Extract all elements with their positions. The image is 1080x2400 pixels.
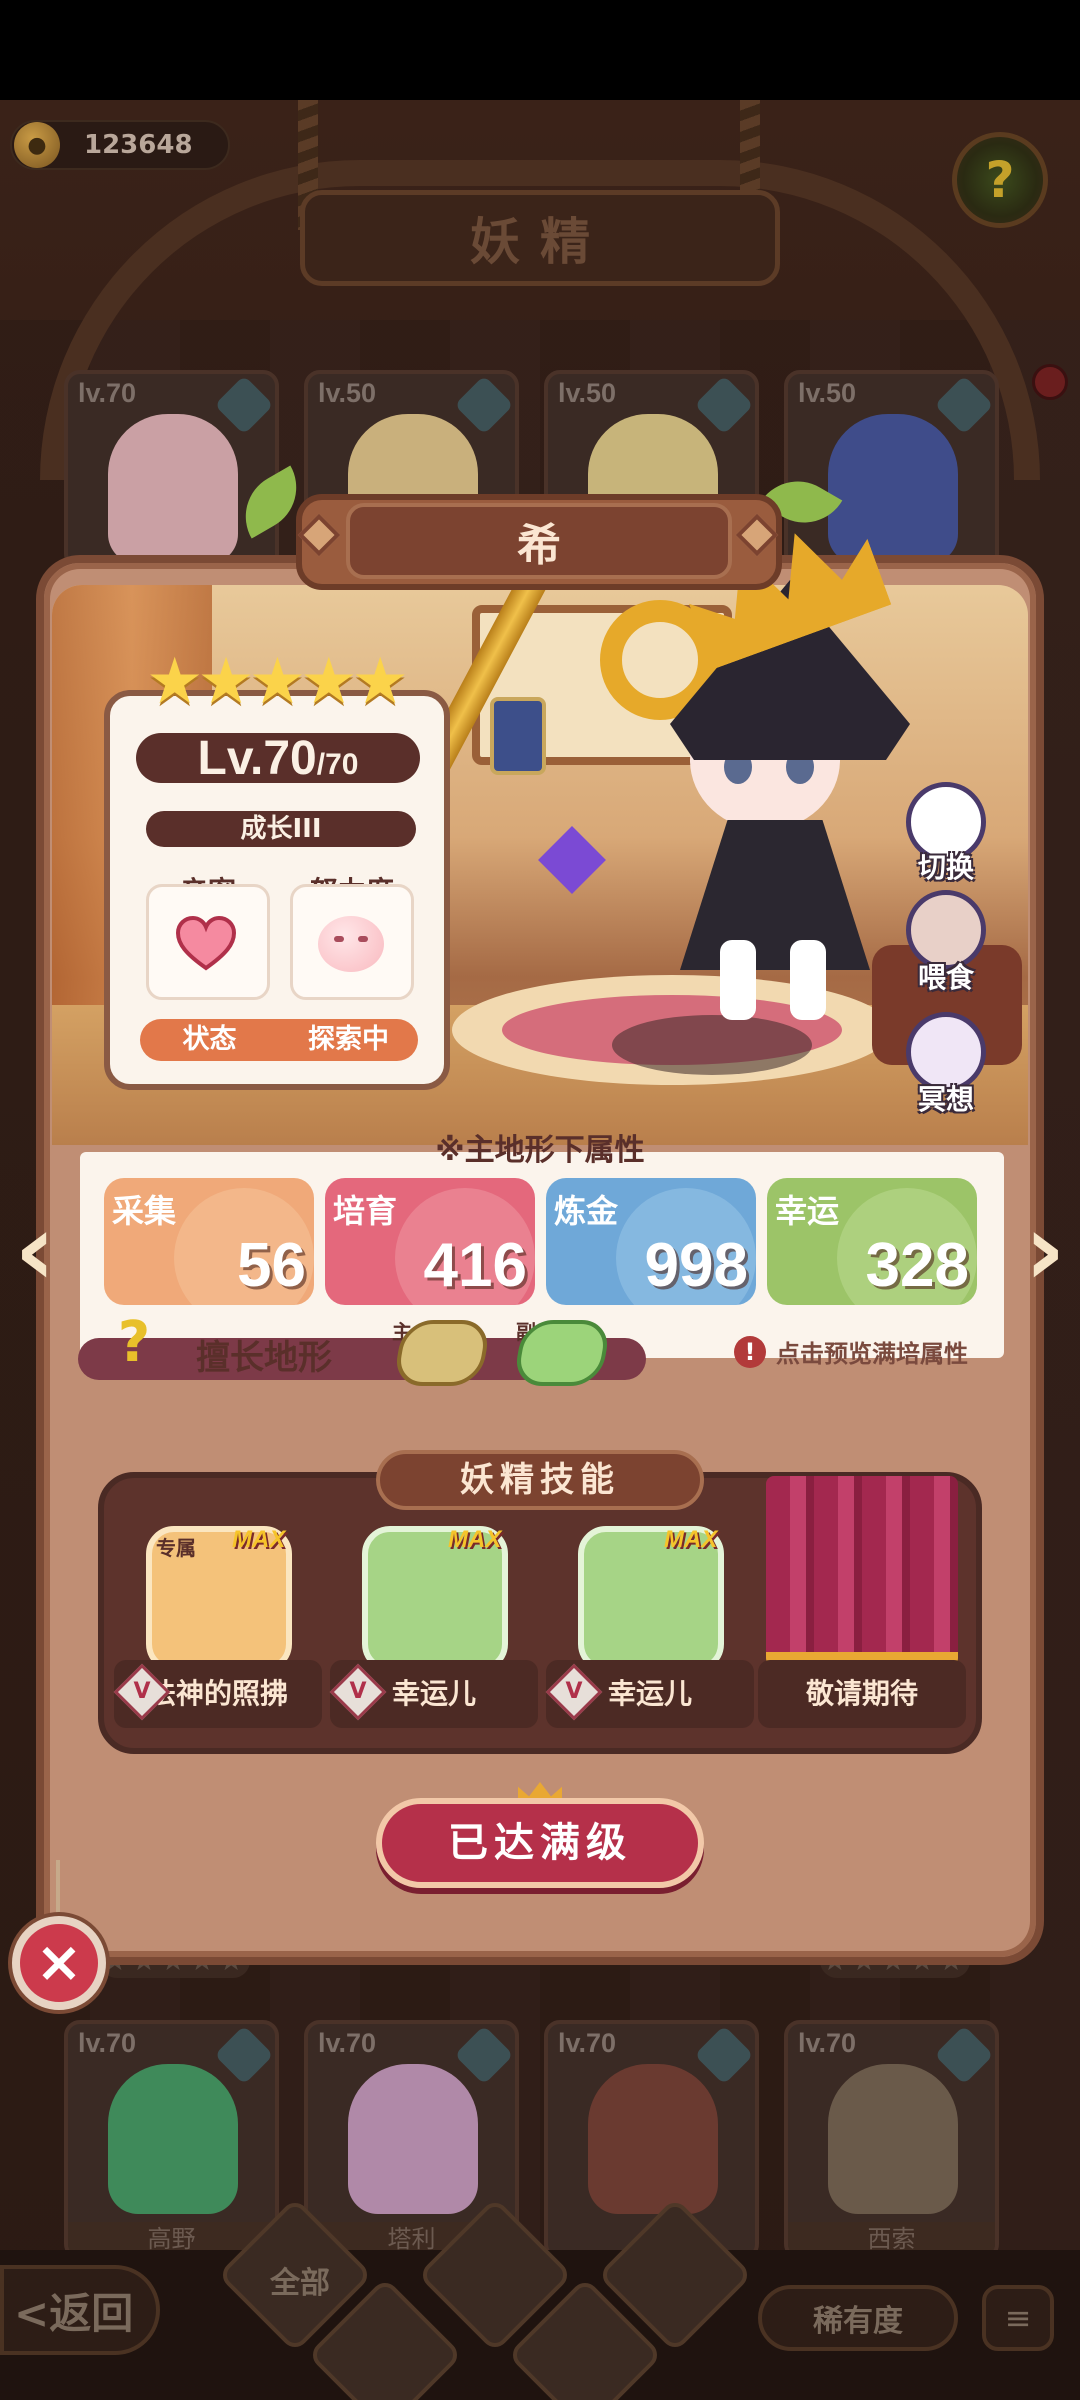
- attribute-breed[interactable]: 培育 416: [325, 1178, 535, 1305]
- card-level: lv.70: [78, 2028, 137, 2058]
- fairy-level-max: /70: [316, 748, 359, 781]
- rarity-sort-button[interactable]: 稀有度: [758, 2285, 958, 2351]
- attribute-alchemy[interactable]: 炼金 998: [546, 1178, 756, 1305]
- state-value: 探索中: [308, 1024, 389, 1055]
- skill-max-tag: MAX: [664, 1526, 718, 1553]
- fairy-portrait: [108, 2064, 238, 2214]
- terrain-help-icon[interactable]: ?: [104, 1310, 164, 1375]
- fairy-name-plate: 希: [346, 503, 732, 579]
- terrain-label: 擅长地形: [196, 1338, 332, 1378]
- card-level: lv.50: [798, 378, 857, 408]
- status-bar-area: [0, 0, 1080, 100]
- switch-button-label[interactable]: 切换: [896, 846, 996, 886]
- coin-counter: ● 123648: [10, 120, 230, 170]
- card-level: lv.70: [318, 2028, 377, 2058]
- card-level: lv.70: [798, 2028, 857, 2058]
- feed-button-label[interactable]: 喂食: [896, 956, 996, 996]
- level-pill: Lv.70 /70: [136, 731, 420, 785]
- card-level: lv.50: [318, 378, 377, 408]
- preview-hint-text: 点击预览满培属性: [776, 1340, 968, 1368]
- screen-title: 妖精: [470, 213, 610, 271]
- card-level: lv.50: [558, 378, 617, 408]
- card-book-icon[interactable]: [490, 697, 546, 775]
- fairy-card[interactable]: lv.70 西索: [784, 2020, 999, 2260]
- fairy-level: Lv.70: [197, 731, 317, 785]
- heart-icon: [176, 916, 236, 971]
- character-shadow: [612, 1015, 812, 1075]
- help-icon[interactable]: ?: [952, 132, 1048, 228]
- close-button[interactable]: ×: [12, 1916, 106, 2010]
- skill-max-tag: MAX: [448, 1526, 502, 1553]
- fairy-card[interactable]: lv.70: [64, 370, 279, 570]
- exclamation-icon: !: [734, 1335, 766, 1368]
- skill-name: 敬请期待: [758, 1660, 966, 1728]
- element-gem-icon: [934, 375, 994, 435]
- locked-skill-curtain: [766, 1476, 958, 1666]
- fairy-portrait: [828, 414, 958, 564]
- notification-badge: [1032, 364, 1068, 400]
- attribute-value: 56: [237, 1231, 306, 1300]
- star-rating: ★★★★★: [146, 645, 409, 719]
- attribute-luck[interactable]: 幸运 328: [767, 1178, 977, 1305]
- element-gem-icon: [454, 375, 514, 435]
- exclusive-tag: 专属: [156, 1536, 196, 1560]
- attribute-label: 炼金: [554, 1192, 619, 1230]
- preview-full-attributes-link[interactable]: ! 点击预览满培属性: [734, 1334, 968, 1369]
- back-button[interactable]: <返回: [0, 2265, 160, 2355]
- attribute-gather[interactable]: 采集 56: [104, 1178, 314, 1305]
- skill-max-tag: MAX: [232, 1526, 286, 1553]
- element-gem-icon: [694, 2025, 754, 2085]
- attribute-label: 采集: [112, 1192, 177, 1230]
- card-level: lv.70: [558, 2028, 617, 2058]
- element-gem-icon: [934, 2025, 994, 2085]
- coin-amount: 123648: [84, 130, 193, 160]
- back-label: <返回: [14, 2288, 134, 2338]
- fairy-name: 希: [517, 520, 561, 571]
- state-bar: 状态 探索中: [140, 1019, 418, 1061]
- screen-title-plate: 妖精: [300, 190, 780, 286]
- attribute-value: 328: [865, 1231, 969, 1300]
- fairy-portrait: [108, 414, 238, 564]
- filter-all-label: 全部: [270, 2266, 330, 2301]
- attribute-title: ※主地形下属性: [435, 1133, 645, 1168]
- growth-stage: 成长III: [146, 811, 416, 847]
- card-level: lv.70: [78, 378, 137, 408]
- meditate-button-label[interactable]: 冥想: [896, 1078, 996, 1118]
- max-level-button[interactable]: 已达满级: [376, 1798, 704, 1888]
- state-label: 状态: [182, 1024, 237, 1055]
- attribute-label: 幸运: [775, 1192, 840, 1230]
- skills-header: 妖精技能: [376, 1450, 704, 1510]
- coin-icon: ●: [14, 122, 60, 168]
- attribute-label: 培育: [333, 1192, 398, 1230]
- fairy-portrait: [348, 2064, 478, 2214]
- fairy-card[interactable]: lv.70 高野: [64, 2020, 279, 2260]
- close-string: [56, 1860, 60, 1920]
- attribute-value: 998: [644, 1231, 748, 1300]
- sort-order-button[interactable]: ≡: [982, 2285, 1054, 2351]
- element-gem-icon: [214, 375, 274, 435]
- next-fairy-arrow[interactable]: ›: [1010, 1190, 1080, 1310]
- prev-fairy-arrow[interactable]: ‹: [0, 1190, 70, 1310]
- element-gem-icon: [214, 2025, 274, 2085]
- fairy-card[interactable]: lv.50: [784, 370, 999, 570]
- fairy-portrait: [828, 2064, 958, 2214]
- element-gem-icon: [454, 2025, 514, 2085]
- element-gem-icon: [694, 375, 754, 435]
- attribute-value: 416: [423, 1231, 527, 1300]
- fairy-portrait: [588, 2064, 718, 2214]
- effort-blob-icon: [318, 916, 384, 972]
